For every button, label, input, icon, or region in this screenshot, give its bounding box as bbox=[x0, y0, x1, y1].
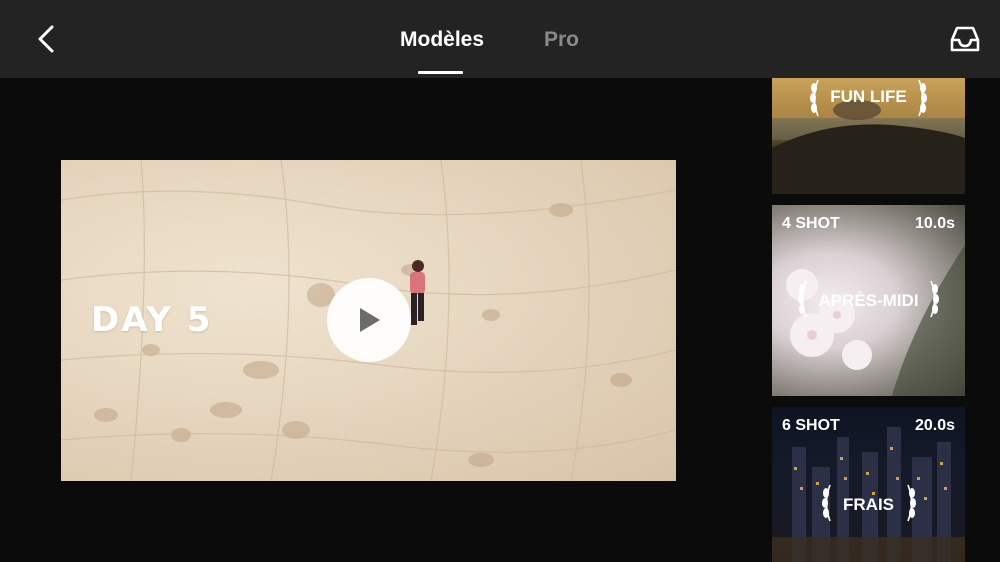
shot-count: 4 SHOT bbox=[782, 215, 840, 232]
tab-modeles[interactable]: Modèles bbox=[400, 28, 484, 52]
top-bar: Modèles Pro bbox=[0, 0, 1000, 78]
tray-icon bbox=[950, 26, 980, 52]
template-duration: 10.0s bbox=[914, 215, 955, 232]
template-card-fun-life[interactable]: FUN LIFE bbox=[772, 78, 965, 194]
tab-bar: Modèles Pro bbox=[0, 0, 1000, 78]
template-name: FUN LIFE bbox=[830, 87, 907, 106]
shot-count: 6 SHOT bbox=[782, 417, 840, 434]
play-icon bbox=[360, 308, 380, 332]
template-card-apres-midi[interactable]: 4 SHOT 10.0s APRÈS-MIDI bbox=[772, 205, 965, 396]
tab-pro[interactable]: Pro bbox=[544, 28, 579, 52]
video-preview[interactable]: DAY 5 bbox=[61, 160, 676, 481]
preview-overlay-text: DAY 5 bbox=[91, 300, 213, 340]
template-name: FRAIS bbox=[843, 495, 894, 514]
template-name: APRÈS-MIDI bbox=[818, 291, 919, 310]
template-duration: 20.0s bbox=[914, 417, 955, 434]
template-card-frais[interactable]: 6 SHOT 20.0s FRAIS bbox=[772, 407, 965, 562]
play-button[interactable] bbox=[327, 278, 411, 362]
active-tab-indicator bbox=[418, 71, 463, 74]
library-button[interactable] bbox=[948, 22, 982, 56]
